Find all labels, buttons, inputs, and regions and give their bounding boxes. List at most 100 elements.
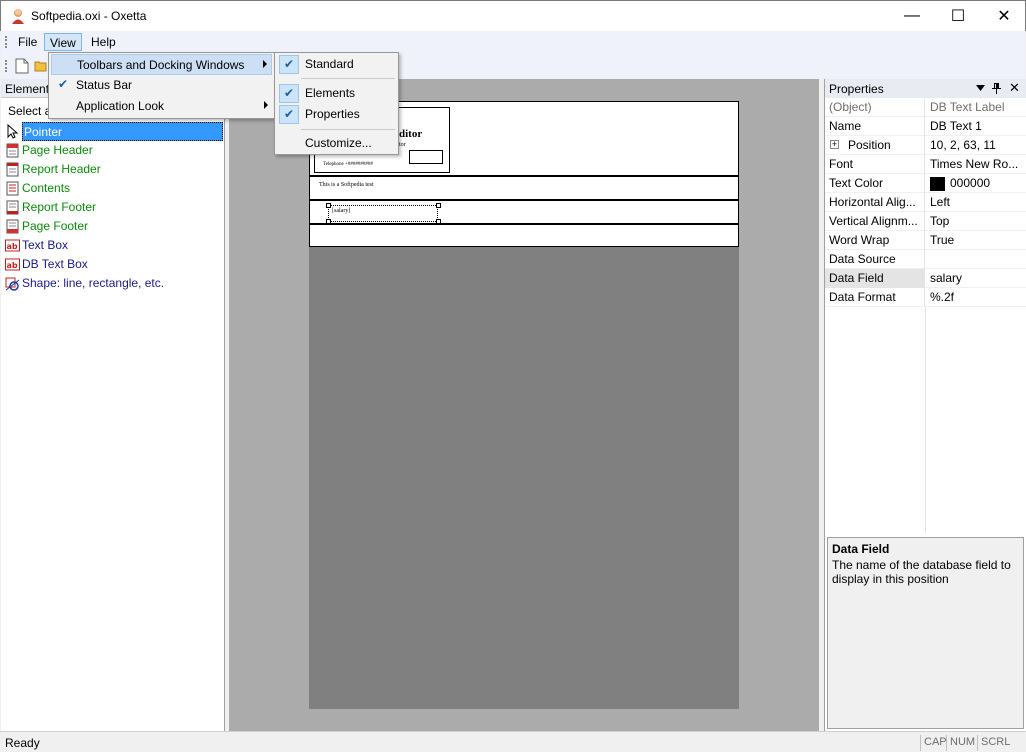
- element-label: Report Header: [22, 162, 101, 176]
- element-db-text-box[interactable]: ab DB Text Box: [1, 255, 223, 274]
- prop-value: salary: [930, 271, 963, 285]
- minimize-button[interactable]: —: [889, 1, 935, 31]
- color-swatch[interactable]: [930, 177, 945, 191]
- menu-separator: [301, 129, 395, 130]
- toolbar-grip[interactable]: [5, 60, 7, 72]
- maximize-button[interactable]: ☐: [935, 1, 981, 31]
- prop-name: Word Wrap: [825, 231, 925, 250]
- menu-item-label: Status Bar: [76, 78, 133, 92]
- menu-item-toolbars-docking[interactable]: Toolbars and Docking Windows: [51, 54, 272, 75]
- menu-item-application-look[interactable]: Application Look: [51, 96, 272, 117]
- element-page-footer[interactable]: Page Footer: [1, 217, 223, 236]
- report-design-area[interactable]: ditor tor Telephone +########## This is …: [229, 79, 819, 731]
- menu-help[interactable]: Help: [86, 33, 121, 51]
- prop-name: (Object): [825, 98, 925, 117]
- scroll-lock-indicator: SCRL: [977, 735, 1013, 751]
- panel-close-icon[interactable]: ✕: [1009, 80, 1020, 96]
- description-text: The name of the database field to displa…: [832, 558, 1011, 586]
- prop-row-font[interactable]: Font Times New Ro...: [825, 155, 1026, 174]
- element-pointer[interactable]: Pointer: [1, 122, 223, 141]
- menubar-grip[interactable]: [5, 36, 7, 48]
- status-text: Ready: [5, 736, 40, 750]
- prop-name: Data Field: [825, 269, 925, 288]
- prop-row-name[interactable]: Name DB Text 1: [825, 117, 1026, 136]
- header-subtitle-text: tor: [399, 142, 406, 148]
- minimize-icon: —: [904, 7, 920, 24]
- menu-separator: [301, 78, 395, 79]
- element-report-footer[interactable]: Report Footer: [1, 198, 223, 217]
- pin-icon[interactable]: [992, 83, 1001, 94]
- maximize-icon: ☐: [950, 8, 966, 25]
- view-menu-dropdown: Toolbars and Docking Windows ✔ Status Ba…: [48, 52, 275, 119]
- submenu-item-properties[interactable]: ✔ Properties: [277, 104, 396, 125]
- prop-value: Top: [930, 214, 950, 228]
- prop-value: 10, 2, 63, 11: [930, 138, 996, 152]
- prop-row-word-wrap[interactable]: Word Wrap True: [825, 231, 1026, 250]
- close-button[interactable]: ✕: [981, 1, 1026, 31]
- close-icon: ✕: [997, 8, 1011, 25]
- shape-icon: [5, 277, 20, 291]
- new-file-icon[interactable]: [15, 58, 29, 74]
- menu-file[interactable]: File: [13, 33, 42, 51]
- contents-icon: [6, 181, 19, 196]
- report-header-icon: [6, 162, 19, 177]
- prop-value: DB Text 1: [930, 119, 982, 133]
- prop-row-text-color[interactable]: Text Color 000000: [825, 174, 1026, 193]
- report-header-band[interactable]: [310, 177, 738, 201]
- resize-handle-top-left[interactable]: [326, 203, 331, 208]
- toolbars-submenu: ✔ Standard ✔ Elements ✔ Properties Custo…: [274, 52, 399, 155]
- submenu-item-standard[interactable]: ✔ Standard: [277, 54, 396, 75]
- report-page: ditor tor Telephone +########## This is …: [309, 101, 739, 709]
- element-label: DB Text Box: [22, 257, 88, 271]
- db-text-box-selected[interactable]: [salary]: [328, 205, 438, 222]
- element-page-header[interactable]: Page Header: [1, 141, 223, 160]
- page-header-icon: [6, 143, 19, 158]
- prop-row-data-source[interactable]: Data Source: [825, 250, 1026, 269]
- num-lock-indicator: NUM: [946, 735, 978, 751]
- prop-row-horizontal-align[interactable]: Horizontal Alig... Left: [825, 193, 1026, 212]
- element-shape[interactable]: Shape: line, rectangle, etc.: [1, 274, 223, 293]
- resize-handle-bottom-left[interactable]: [326, 219, 331, 224]
- submenu-item-customize[interactable]: Customize...: [277, 133, 396, 154]
- prop-name: Vertical Alignm...: [825, 212, 925, 231]
- db-text-box-icon: ab: [5, 258, 20, 271]
- prop-row-vertical-align[interactable]: Vertical Alignm... Top: [825, 212, 1026, 231]
- report-footer-icon: [6, 200, 19, 215]
- prop-name: Data Format: [825, 288, 925, 307]
- element-contents[interactable]: Contents: [1, 179, 223, 198]
- element-label: Page Header: [22, 143, 93, 157]
- prop-value: [926, 250, 1026, 269]
- prop-value: DB Text Label: [930, 100, 1005, 114]
- contents-text-box[interactable]: This is a Softpedia test: [319, 182, 374, 188]
- element-label: Pointer: [22, 122, 223, 141]
- checkmark-icon: ✔: [279, 105, 299, 124]
- open-folder-icon[interactable]: [34, 59, 48, 73]
- prop-value: True: [930, 233, 955, 247]
- resize-handle-bottom-right[interactable]: [436, 219, 441, 224]
- page-footer-icon: [6, 219, 19, 234]
- prop-name: Data Source: [825, 250, 925, 269]
- menu-item-label: Customize...: [305, 136, 372, 150]
- prop-row-object[interactable]: (Object) DB Text Label: [825, 98, 1026, 117]
- prop-value: Times New Ro...: [930, 157, 1019, 171]
- header-rectangle-shape[interactable]: [409, 150, 443, 164]
- panel-dropdown-icon[interactable]: [976, 85, 985, 91]
- prop-name: Horizontal Alig...: [825, 193, 925, 212]
- prop-row-data-field[interactable]: Data Field salary: [825, 269, 1026, 288]
- expand-icon[interactable]: +: [830, 140, 839, 149]
- prop-name: + Position: [825, 136, 925, 155]
- menu-item-status-bar[interactable]: ✔ Status Bar: [51, 75, 272, 96]
- resize-handle-top-right[interactable]: [436, 203, 441, 208]
- prop-row-data-format[interactable]: Data Format %.2f: [825, 288, 1026, 307]
- app-icon: [12, 9, 24, 24]
- menu-view[interactable]: View: [44, 33, 82, 51]
- prop-row-position[interactable]: + Position 10, 2, 63, 11: [825, 136, 1026, 155]
- prop-value: 000000: [926, 174, 1026, 193]
- checkmark-icon: ✔: [279, 55, 299, 74]
- element-text-box[interactable]: ab Text Box: [1, 236, 223, 255]
- elements-panel: Element Select a Pointer Page Header Rep…: [1, 79, 225, 731]
- element-report-header[interactable]: Report Header: [1, 160, 223, 179]
- submenu-item-elements[interactable]: ✔ Elements: [277, 83, 396, 104]
- properties-title: Properties: [829, 82, 884, 96]
- pointer-icon: [7, 124, 19, 139]
